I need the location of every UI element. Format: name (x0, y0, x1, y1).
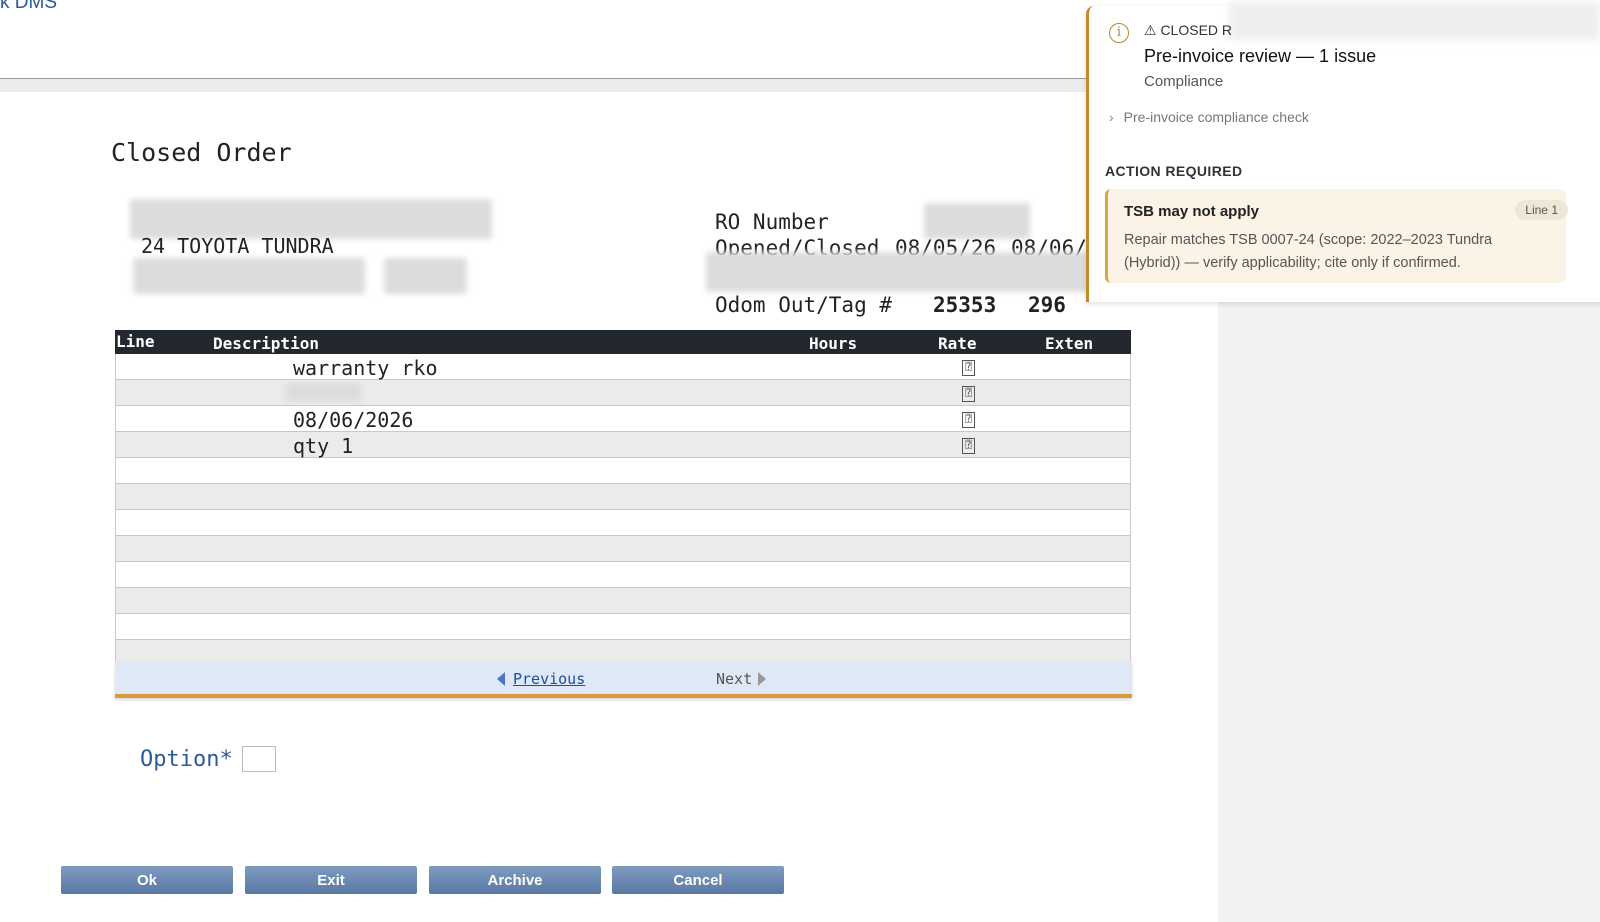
customer-zip-redacted (384, 258, 467, 294)
page-title: Closed Order (111, 138, 292, 167)
row-description: 08/06/2026 (293, 408, 414, 432)
empty-row (115, 614, 1131, 640)
next-arrow-icon (758, 672, 767, 686)
empty-row (115, 536, 1131, 562)
missing-glyph-icon: ⍰ (962, 360, 975, 376)
col-exten: Exten (1045, 334, 1094, 353)
col-description: Description (213, 334, 319, 353)
chevron-right-icon: › (1109, 109, 1114, 125)
issue-body: Repair matches TSB 0007-24 (scope: 2022–… (1124, 232, 1493, 271)
option-label: Option* (140, 747, 233, 772)
app-title: k DMS (0, 0, 57, 13)
missing-glyph-icon: ⍰ (962, 412, 975, 428)
previous-label: Previous (513, 670, 586, 688)
lines-grid: Line Description Hours Rate Exten warran… (115, 330, 1131, 666)
info-icon: i (1109, 23, 1129, 43)
customer-name-redacted (130, 199, 492, 239)
empty-row (115, 510, 1131, 536)
compliance-check-toggle[interactable]: › Pre-invoice compliance check (1109, 109, 1309, 125)
background-panel (1218, 300, 1600, 922)
advisor-info-redacted (706, 252, 1090, 292)
review-title: Pre-invoice review — 1 issue (1144, 46, 1377, 66)
row-description: warranty rko (293, 356, 438, 380)
odom-value: 25353 (933, 293, 997, 317)
header-band (0, 79, 1100, 92)
tag-value: 296 (1028, 293, 1066, 317)
table-row[interactable]: warranty rko ⍰ (115, 354, 1131, 380)
col-hours: Hours (809, 334, 858, 353)
ro-number-label: RO Number (715, 210, 829, 234)
table-row[interactable]: ⍰ (115, 380, 1131, 406)
next-link: Next (716, 670, 767, 688)
next-label: Next (716, 670, 753, 688)
row-description: qty 1 (293, 434, 354, 458)
missing-glyph-icon: ⍰ (962, 386, 975, 402)
archive-button[interactable]: Archive (429, 866, 601, 894)
cancel-button[interactable]: Cancel (612, 866, 784, 894)
action-required-heading: ACTION REQUIRED (1105, 163, 1243, 179)
table-row[interactable]: qty 1 ⍰ (115, 432, 1131, 458)
previous-arrow-icon (497, 672, 505, 686)
empty-row (115, 484, 1131, 510)
missing-glyph-icon: ⍰ (962, 438, 975, 454)
row-description-redacted (286, 383, 361, 402)
odom-label: Odom Out/Tag # (715, 293, 893, 317)
previous-link[interactable]: Previous (497, 670, 585, 688)
exit-button[interactable]: Exit (245, 866, 417, 894)
compliance-check-label: Pre-invoice compliance check (1123, 109, 1309, 125)
review-subtitle: Compliance (1144, 73, 1224, 90)
ok-button[interactable]: Ok (61, 866, 233, 894)
empty-row (115, 458, 1131, 484)
table-row[interactable]: 08/06/2026 ⍰ (115, 406, 1131, 432)
col-line: Line (116, 332, 155, 351)
pager: Previous Next (115, 661, 1132, 698)
customer-address-redacted (133, 258, 365, 294)
issue-title: TSB may not apply (1124, 203, 1260, 220)
status-redacted (1229, 2, 1599, 40)
grid-header: Line Description Hours Rate Exten (115, 330, 1131, 354)
issue-line-badge: Line 1 (1515, 200, 1568, 220)
empty-row (115, 562, 1131, 588)
vehicle-description: 24 TOYOTA TUNDRA (141, 234, 334, 258)
empty-row (115, 588, 1131, 614)
pre-invoice-review-panel: i ⚠ CLOSED R Pre-invoice review — 1 issu… (1086, 2, 1600, 302)
option-input[interactable] (242, 746, 276, 772)
status-label: ⚠ CLOSED R (1144, 22, 1233, 38)
ro-number-redacted (924, 203, 1030, 239)
issue-card[interactable]: TSB may not apply Line 1 Repair matches … (1105, 189, 1568, 283)
col-rate: Rate (938, 334, 977, 353)
